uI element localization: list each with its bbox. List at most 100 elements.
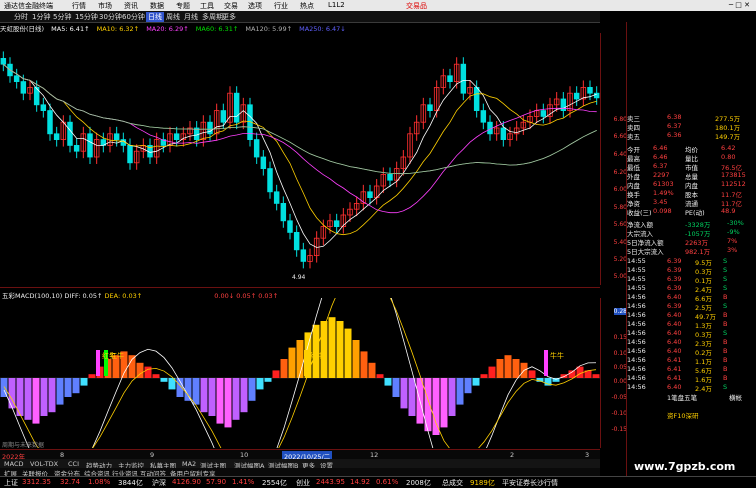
ma5-label: MA5: 6.41↑ — [51, 25, 90, 33]
price-tick: 6.40 — [613, 151, 627, 158]
tick-row: 14:56 6.41 5.6万 B — [627, 365, 747, 375]
tick-row-cell: 14:55 — [627, 284, 646, 292]
candle-body — [280, 202, 287, 222]
tab-indicator[interactable]: CCI — [68, 460, 79, 468]
tick-row: 14:56 6.39 2.5万 S — [627, 302, 747, 312]
menu-item[interactable]: 选项 — [248, 1, 262, 11]
stat-row-cell: 173815 — [721, 171, 746, 179]
period-tab[interactable]: 多周期 — [202, 12, 223, 22]
macd-tick: 0.05 — [613, 364, 627, 371]
menu-item[interactable]: 交易 — [224, 1, 238, 11]
macd-bar — [296, 340, 304, 378]
ma250-label: MA250: 6.47↓ — [299, 25, 346, 33]
period-tab[interactable]: 30分钟 — [99, 12, 122, 22]
candle-body — [47, 110, 53, 135]
candle-body — [273, 191, 280, 204]
tick-row-cell: 14:55 — [627, 266, 646, 274]
tick-row-cell: S — [723, 266, 728, 274]
menu-item[interactable]: 市场 — [98, 1, 112, 11]
tick-row-cell: B — [723, 374, 728, 382]
date-label: 9 — [150, 451, 155, 459]
price-tick: 5.00 — [613, 273, 627, 280]
tick-row-cell: 14:55 — [627, 257, 646, 265]
tick-row-cell: 14:56 — [627, 347, 646, 355]
tab-indicator[interactable]: VOL-TDX — [30, 460, 58, 468]
flow-row-cell: 7% — [727, 237, 738, 245]
macd-chart[interactable]: 红牛 红牛红牛 牛牛 — [0, 298, 600, 448]
indicator-tabs: MACD VOL-TDX CCI 趋势动力 主力监控 私募主图 MA2 测试主图… — [0, 459, 600, 470]
macd-bar — [440, 378, 448, 428]
tick-row-cell: S — [723, 302, 728, 310]
period-tab[interactable]: 1分钟 — [32, 12, 50, 22]
menu-item[interactable]: 资讯 — [124, 1, 138, 11]
tick-row-cell: 6.41 — [667, 365, 682, 373]
period-tab[interactable]: 60分钟 — [122, 12, 145, 22]
flow-row: 5日净流入额 2263万 7% — [627, 237, 747, 247]
trade-button[interactable]: 交易品 — [406, 1, 427, 11]
candle-body — [427, 104, 433, 112]
period-tab[interactable]: 月线 — [184, 12, 198, 22]
signal-label: 牛牛 — [550, 351, 564, 360]
price-tick: 6.60 — [613, 133, 627, 140]
menu-item[interactable]: 热点 — [300, 1, 314, 11]
flow-row: 5日大宗流入 982.1万 3% — [627, 246, 747, 256]
cy-pct: 0.61% — [376, 478, 399, 486]
info-tabs: 扩展 关联报价 资金分布 综合资讯 行业资讯 互动问答 备用户留利专享 — [0, 468, 600, 478]
tick-row-cell: B — [723, 311, 728, 319]
sh-change: 32.74 — [60, 478, 81, 486]
tick-row-cell: 14:55 — [627, 275, 646, 283]
macd-bar — [464, 378, 472, 394]
menu-item[interactable]: L1L2 — [328, 1, 345, 9]
macd-bar — [480, 374, 488, 378]
macd-bar — [512, 359, 520, 378]
stat-row-cell: 61303 — [653, 180, 674, 188]
macd-bar — [48, 378, 56, 413]
period-tab[interactable]: 分时 — [14, 12, 28, 22]
tick-row-cell: 6.41 — [667, 374, 682, 382]
macd-bar — [488, 366, 496, 378]
candle-body — [67, 121, 73, 146]
window-controls[interactable]: ─ □ ✕ — [729, 1, 750, 9]
macd-bar — [144, 366, 152, 378]
flow-row-cell: 3% — [727, 246, 738, 254]
panel-footer: 资F10深研 — [627, 410, 747, 420]
macd-tick: -0.10 — [611, 410, 627, 417]
tick-row-cell: 6.39 — [667, 302, 682, 310]
tick-row-cell: 14:56 — [627, 329, 646, 337]
status-bar: 上证 3312.35 32.74 1.08% 3844亿 沪深 4126.90 … — [0, 476, 756, 488]
menu-item[interactable]: 行业 — [274, 1, 288, 11]
macd-bar — [128, 355, 136, 378]
flow-row-cell: 5日大宗流入 — [627, 248, 664, 256]
menu-item[interactable]: 专题 — [176, 1, 190, 11]
ask-row-cell: 6.36 — [667, 131, 682, 139]
period-tab[interactable]: 5分钟 — [53, 12, 71, 22]
stat-row: 净资 3.45 流通 11.7亿 — [627, 198, 747, 208]
candle-body — [460, 63, 467, 94]
candle-body — [387, 173, 393, 181]
period-tab[interactable]: 15分钟 — [75, 12, 98, 22]
period-tab[interactable]: 周线 — [166, 12, 180, 22]
macd-bar — [0, 378, 8, 397]
ask-row-cell: 6.38 — [667, 113, 682, 121]
menu-item[interactable]: 行情 — [72, 1, 86, 11]
period-tab-daily[interactable]: 日线 — [146, 12, 164, 22]
candle-body — [127, 145, 133, 164]
tab-indicator[interactable]: MACD — [4, 460, 23, 468]
panel-footer-cell: 资F10深研 — [667, 412, 699, 420]
stat-row-cell: 2297 — [653, 171, 670, 179]
macd-bar — [240, 378, 248, 413]
macd-tick: 0.15 — [613, 334, 627, 341]
menu-item[interactable]: 工具 — [200, 1, 214, 11]
tab-indicator[interactable]: MA2 — [182, 460, 196, 468]
macd-bar — [496, 359, 504, 378]
kline-chart[interactable] — [0, 33, 600, 285]
macd-bar — [400, 378, 408, 409]
candle-body — [447, 75, 453, 82]
macd-bar — [408, 378, 416, 416]
menu-item[interactable]: 数据 — [150, 1, 164, 11]
period-tab[interactable]: 更多 — [222, 12, 236, 22]
stock-name: 天虹股份(日线) — [0, 25, 45, 33]
macd-bar — [264, 378, 272, 382]
macd-bar — [360, 351, 368, 378]
tick-row-cell: 14:56 — [627, 293, 646, 301]
